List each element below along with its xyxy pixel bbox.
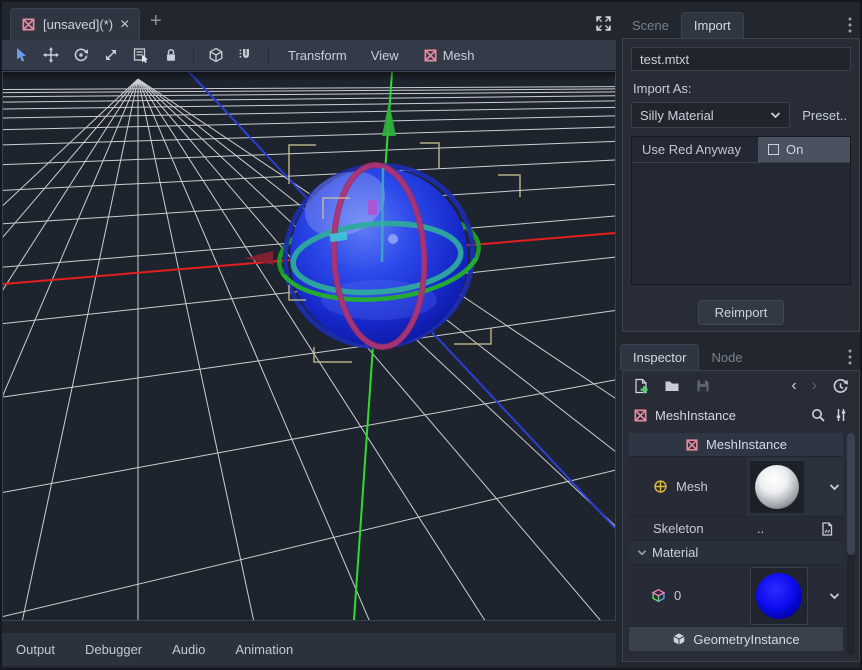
viewport-3d[interactable]	[2, 71, 616, 621]
history-forward-button[interactable]: ›	[812, 377, 817, 395]
property-row-material-0: 0	[629, 565, 843, 627]
y-axis-arrow[interactable]	[382, 101, 396, 136]
inspector-scrollbar[interactable]	[847, 433, 855, 655]
move-icon	[43, 47, 59, 63]
material-slot-label: 0	[674, 588, 681, 603]
cube-local-space-icon	[208, 47, 224, 63]
viewport-toolbar: Transform View Mesh	[2, 40, 616, 71]
param-row-use-red-anyway: Use Red Anyway On	[632, 137, 850, 163]
list-select-icon	[133, 47, 149, 63]
local-space-button[interactable]	[203, 43, 229, 67]
new-resource-icon[interactable]	[633, 378, 649, 394]
scale-icon	[103, 47, 119, 63]
import-as-label: Import As:	[633, 81, 859, 96]
import-panel: test.mtxt Import As: Silly Material Pres…	[622, 38, 860, 332]
mesh-icon	[423, 48, 438, 63]
inspector-panel: ‹ › MeshInstance	[622, 370, 860, 662]
snap-magnet-icon	[238, 47, 254, 63]
mesh-resource-icon	[653, 479, 668, 494]
viewport-scene	[3, 72, 615, 620]
checkbox-icon[interactable]	[768, 144, 779, 155]
edited-node-row: MeshInstance	[623, 401, 859, 429]
editor-window: [unsaved](*) × +	[0, 0, 862, 670]
lock-tool-button[interactable]	[158, 43, 184, 67]
save-icon[interactable]	[695, 378, 711, 394]
chevron-down-icon[interactable]	[829, 482, 840, 492]
scrollbar-thumb[interactable]	[847, 433, 855, 555]
reimport-button[interactable]: Reimport	[698, 300, 785, 325]
view-menu[interactable]: View	[361, 48, 409, 63]
bottom-tab-audio[interactable]: Audio	[172, 642, 205, 657]
kebab-menu-icon[interactable]	[846, 16, 854, 34]
property-row-skeleton: Skeleton ..	[629, 517, 843, 541]
skeleton-property-label: Skeleton	[629, 521, 757, 536]
preset-button[interactable]: Preset..	[798, 108, 851, 123]
expand-icon[interactable]	[595, 15, 612, 32]
history-icon[interactable]	[832, 378, 849, 395]
rotate-icon	[73, 47, 89, 63]
snap-button[interactable]	[233, 43, 259, 67]
toolbar-separator	[193, 46, 194, 64]
scale-tool-button[interactable]	[98, 43, 124, 67]
inspector-dock-tabs: Inspector Node	[620, 342, 862, 370]
lock-icon	[163, 47, 179, 63]
material-icon	[651, 588, 666, 603]
edited-node-name: MeshInstance	[655, 408, 803, 423]
section-material[interactable]: Material	[629, 541, 843, 565]
param-checkbox-on[interactable]: On	[758, 137, 850, 162]
search-icon[interactable]	[810, 407, 826, 423]
section-meshinstance[interactable]: MeshInstance	[629, 433, 843, 457]
node-path-icon[interactable]	[819, 521, 835, 537]
white-sphere-preview	[755, 465, 799, 509]
mesh-property-label: Mesh	[676, 479, 708, 494]
rotate-tool-button[interactable]	[68, 43, 94, 67]
material-preview-thumbnail[interactable]	[750, 567, 808, 625]
blue-sphere-preview	[756, 573, 802, 619]
kebab-menu-icon[interactable]	[846, 348, 854, 366]
import-filename: test.mtxt	[631, 47, 851, 71]
import-dock: Scene Import test.mtxt Import As: Silly …	[620, 10, 862, 332]
param-name: Use Red Anyway	[632, 142, 758, 157]
move-tool-button[interactable]	[38, 43, 64, 67]
inspector-dock: Inspector Node	[620, 342, 862, 664]
list-select-tool-button[interactable]	[128, 43, 154, 67]
tools-icon[interactable]	[833, 407, 849, 423]
import-params: Use Red Anyway On	[631, 136, 851, 285]
grid-lines	[3, 79, 615, 620]
select-arrow-icon	[13, 47, 29, 63]
bottom-tab-output[interactable]: Output	[16, 642, 55, 657]
mesh-icon	[633, 408, 648, 423]
chevron-down-icon[interactable]	[829, 591, 840, 601]
cube-icon	[672, 632, 686, 646]
history-back-button[interactable]: ‹	[791, 377, 796, 395]
bottom-panel-bar: Output Debugger Audio Animation	[2, 633, 616, 666]
scene-tab-title: [unsaved](*)	[43, 17, 113, 32]
tab-node[interactable]: Node	[699, 345, 754, 370]
chevron-down-icon	[637, 548, 647, 557]
mesh-menu[interactable]: Mesh	[413, 48, 485, 63]
bottom-tab-animation[interactable]: Animation	[235, 642, 293, 657]
mesh-preview-thumbnail[interactable]	[750, 461, 804, 513]
import-dock-tabs: Scene Import	[620, 10, 862, 38]
folder-open-icon[interactable]	[664, 378, 680, 394]
inspector-properties: MeshInstance Mesh	[629, 433, 843, 655]
select-tool-button[interactable]	[8, 43, 34, 67]
skeleton-value[interactable]: ..	[757, 521, 819, 536]
mesh-icon	[685, 438, 699, 452]
transform-menu[interactable]: Transform	[278, 48, 357, 63]
close-icon[interactable]: ×	[120, 17, 129, 33]
section-geometryinstance[interactable]: GeometryInstance	[629, 627, 843, 651]
property-row-mesh: Mesh	[629, 457, 843, 517]
bottom-tab-debugger[interactable]: Debugger	[85, 642, 142, 657]
chevron-down-icon	[770, 110, 781, 120]
tab-scene[interactable]: Scene	[620, 13, 681, 38]
tab-import[interactable]: Import	[681, 12, 744, 38]
new-tab-button[interactable]: +	[150, 10, 162, 33]
import-as-select[interactable]: Silly Material	[631, 102, 790, 128]
scene-tab[interactable]: [unsaved](*) ×	[10, 8, 140, 40]
mesh-icon	[21, 17, 36, 32]
tab-inspector[interactable]: Inspector	[620, 344, 699, 370]
toolbar-separator	[268, 46, 269, 64]
